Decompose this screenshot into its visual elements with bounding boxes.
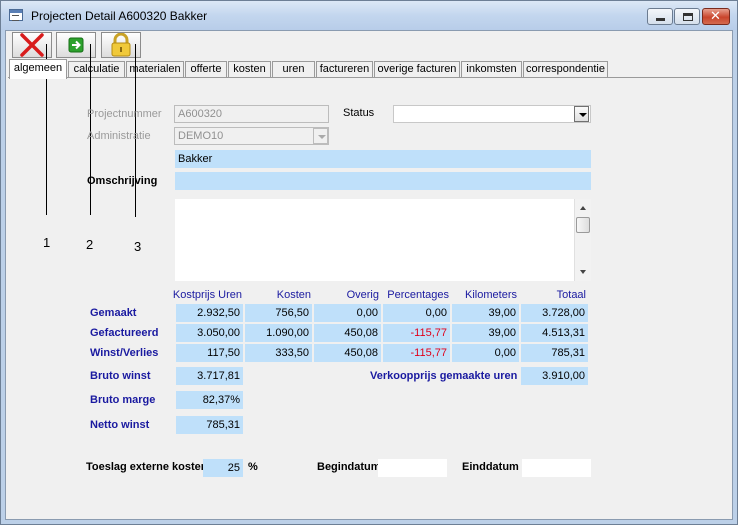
cell-gemaakt-totaal: 3.728,00 bbox=[521, 304, 588, 322]
tab-overige-facturen[interactable]: overige facturen bbox=[374, 61, 460, 78]
netto-winst-value: 785,31 bbox=[176, 416, 243, 434]
tab-strip: algemeen calculatie materialen offerte k… bbox=[6, 59, 732, 79]
netto-winst-label: Netto winst bbox=[90, 419, 150, 431]
cell-winst-kosten: 333,50 bbox=[245, 344, 312, 362]
header-totaal: Totaal bbox=[556, 289, 586, 301]
status-label: Status bbox=[343, 107, 375, 119]
callout-number-2: 2 bbox=[86, 237, 94, 252]
callout-number-3: 3 bbox=[134, 239, 142, 254]
cell-gefactureerd-kilometers: 39,00 bbox=[452, 324, 519, 342]
cell-gefactureerd-totaal: 4.513,31 bbox=[521, 324, 588, 342]
window-title: Projecten Detail A600320 Bakker bbox=[31, 9, 208, 23]
tab-calculatie[interactable]: calculatie bbox=[68, 61, 125, 78]
tab-factureren[interactable]: factureren bbox=[316, 61, 373, 78]
minimize-icon bbox=[656, 18, 665, 21]
header-kosten: Kosten bbox=[276, 289, 311, 301]
tab-offerte[interactable]: offerte bbox=[185, 61, 227, 78]
scroll-down-icon[interactable] bbox=[580, 270, 586, 274]
window: Projecten Detail A600320 Bakker ✕ algeme… bbox=[0, 0, 738, 525]
row-label-gefactureerd: Gefactureerd bbox=[90, 327, 159, 339]
begindatum-label: Begindatum bbox=[317, 461, 381, 473]
toeslag-unit: % bbox=[248, 461, 258, 473]
cell-gemaakt-kosten: 756,50 bbox=[245, 304, 312, 322]
status-dropdown-button[interactable] bbox=[574, 106, 589, 122]
cell-winst-kostprijs-uren: 117,50 bbox=[176, 344, 243, 362]
verkoopprijs-label: Verkoopprijs gemaakte uren bbox=[370, 370, 518, 382]
toeslag-input[interactable]: 25 bbox=[203, 459, 243, 477]
tab-algemeen[interactable]: algemeen bbox=[9, 59, 67, 79]
chevron-down-icon bbox=[318, 135, 326, 139]
tab-correspondentie[interactable]: correspondentie bbox=[523, 61, 608, 78]
begindatum-input[interactable] bbox=[378, 459, 447, 477]
cell-gemaakt-kilometers: 39,00 bbox=[452, 304, 519, 322]
cell-gefactureerd-kostprijs-uren: 3.050,00 bbox=[176, 324, 243, 342]
maximize-button[interactable] bbox=[674, 8, 700, 25]
bruto-winst-label: Bruto winst bbox=[90, 370, 151, 382]
administratie-select: DEMO10 bbox=[174, 127, 329, 145]
header-kostprijs-uren: Kostprijs Uren bbox=[172, 289, 242, 301]
tab-uren[interactable]: uren bbox=[272, 61, 315, 78]
omschrijving-field[interactable] bbox=[175, 172, 591, 190]
cell-winst-kilometers: 0,00 bbox=[452, 344, 519, 362]
close-window-button[interactable]: ✕ bbox=[702, 8, 730, 25]
memo-scrollbar[interactable] bbox=[574, 199, 591, 281]
row-label-winst-verlies: Winst/Verlies bbox=[90, 347, 159, 359]
cell-gefactureerd-kosten: 1.090,00 bbox=[245, 324, 312, 342]
cell-winst-totaal: 785,31 bbox=[521, 344, 588, 362]
verkoopprijs-value: 3.910,00 bbox=[521, 367, 588, 385]
toeslag-label: Toeslag externe kosten bbox=[86, 461, 208, 473]
description-memo[interactable] bbox=[175, 199, 591, 281]
minimize-button[interactable] bbox=[647, 8, 673, 25]
status-select[interactable] bbox=[393, 105, 591, 123]
tab-inkomsten[interactable]: inkomsten bbox=[461, 61, 522, 78]
tab-panel-algemeen: 1 2 3 Projectnummer A600320 Status Admin… bbox=[8, 44, 732, 518]
scroll-thumb[interactable] bbox=[576, 217, 590, 233]
omschrijving-label: Omschrijving bbox=[87, 175, 158, 187]
maximize-icon bbox=[683, 13, 693, 21]
tab-kosten[interactable]: kosten bbox=[228, 61, 271, 78]
cell-gemaakt-kostprijs-uren: 2.932,50 bbox=[176, 304, 243, 322]
einddatum-input[interactable] bbox=[522, 459, 591, 477]
toolbar bbox=[6, 31, 732, 59]
header-overig: Overig bbox=[346, 289, 379, 301]
bruto-marge-label: Bruto marge bbox=[90, 394, 156, 406]
cell-gemaakt-overig: 0,00 bbox=[314, 304, 381, 322]
cell-gemaakt-percentages: 0,00 bbox=[383, 304, 450, 322]
administratie-label: Administratie bbox=[87, 130, 151, 142]
projectnummer-label: Projectnummer bbox=[87, 108, 162, 120]
bruto-marge-value: 82,37% bbox=[176, 391, 243, 409]
header-percentages: Percentages bbox=[387, 289, 449, 301]
bruto-winst-value: 3.717,81 bbox=[176, 367, 243, 385]
title-bar[interactable]: Projecten Detail A600320 Bakker ✕ bbox=[1, 1, 737, 30]
header-kilometers: Kilometers bbox=[465, 289, 517, 301]
project-name-field[interactable]: Bakker bbox=[175, 150, 591, 168]
cell-winst-overig: 450,08 bbox=[314, 344, 381, 362]
cell-gefactureerd-overig: 450,08 bbox=[314, 324, 381, 342]
chevron-down-icon bbox=[579, 113, 587, 117]
einddatum-label: Einddatum bbox=[462, 461, 519, 473]
cell-gefactureerd-percentages: -115,77 bbox=[383, 324, 450, 342]
row-label-gemaakt: Gemaakt bbox=[90, 307, 137, 319]
client-area: algemeen calculatie materialen offerte k… bbox=[5, 30, 733, 520]
cell-winst-percentages: -115,77 bbox=[383, 344, 450, 362]
projectnummer-field: A600320 bbox=[174, 105, 329, 123]
administratie-dropdown-button bbox=[313, 128, 328, 144]
scroll-up-icon[interactable] bbox=[580, 206, 586, 210]
window-form-icon bbox=[9, 9, 23, 21]
close-icon: ✕ bbox=[710, 9, 721, 24]
callout-number-1: 1 bbox=[43, 235, 51, 250]
